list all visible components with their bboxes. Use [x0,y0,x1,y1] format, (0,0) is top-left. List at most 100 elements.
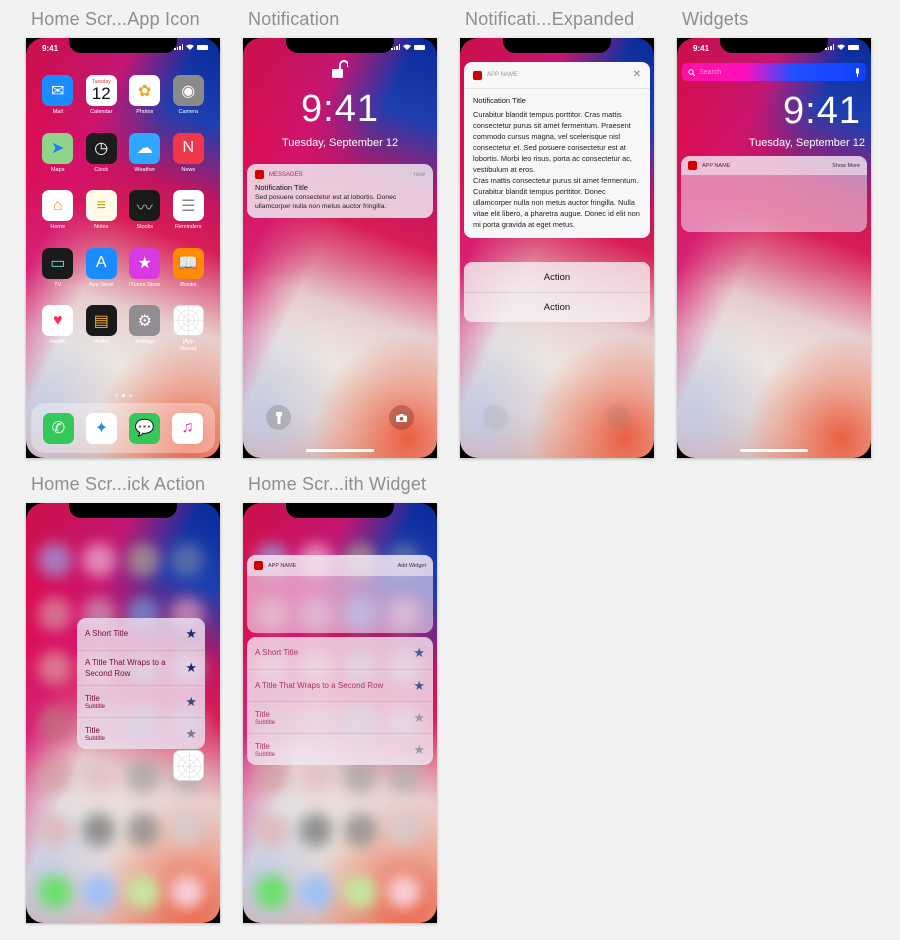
app-home[interactable]: ⌂ Home [37,190,79,231]
search-input[interactable]: Search [682,63,866,81]
widget-card: APP NAME Show More [681,156,867,232]
app-health[interactable]: ♥ Health [37,305,79,352]
widget-body [247,576,433,633]
status-icons [174,44,208,50]
lock-time: 9:41 [301,88,379,130]
blurred-app-icon [82,759,116,793]
blurred-app-icon [387,813,421,847]
app-settings[interactable]: ⚙ Settings [124,305,166,352]
flashlight-button[interactable] [266,405,291,430]
app-weather[interactable]: ☁ Weather [124,132,166,174]
icon-glyph: 💬 [134,420,155,437]
screen: 9:41 ✉ Mail Tuesday 12 Calendar ✿ Photos ◉ Camer… [26,38,220,458]
app-app-name[interactable]: [App Name] [168,305,210,352]
microphone-icon[interactable] [855,67,860,77]
status-time: 9:41 [42,44,59,53]
phone-quick-action: A Short Title ★ A Title That Wraps to a Se… [26,503,220,923]
notification-title: Notification Title [255,183,308,192]
quick-action-item[interactable]: A Short Title ★ [77,618,205,650]
quick-action-title: Title [85,726,100,736]
quick-action-item[interactable]: A Title That Wraps to a Second Row ★ [247,669,433,701]
app-placeholder-icon[interactable] [173,750,204,781]
app-maps[interactable]: ➤ Maps [37,132,79,174]
notification-app-name: MESSAGES [269,171,303,178]
quick-action-item[interactable]: Title Subtitle ★ [247,701,433,733]
app-clock[interactable]: ◷ Clock [81,132,123,174]
action-button-2[interactable]: Action [464,292,650,322]
app-notes[interactable]: ≡ Notes [81,190,123,231]
blurred-app-icon [170,543,204,577]
icon-glyph: ▭ [50,255,66,273]
app-reminders[interactable]: ☰ Reminders [168,190,210,231]
icon-glyph: ✦ [94,420,109,437]
quick-action-item[interactable]: Title Subtitle ★ [247,733,433,765]
blurred-app-icon [38,651,72,685]
app-store-icon: A [85,247,117,279]
wifi-icon [403,44,411,50]
app-camera[interactable]: ◉ Camera [168,75,210,116]
icon-glyph: ▤ [93,312,109,330]
camera-button[interactable] [389,405,414,430]
artboard-title-home-app-icon: Home Scr...App Icon [31,9,200,29]
app-app-store[interactable]: A App Store [81,247,123,289]
lock-date: Tuesday, September 12 [281,137,399,149]
show-more-button[interactable]: Show More [832,163,860,169]
app-calendar[interactable]: Tuesday 12 Calendar [81,75,123,116]
add-widget-button[interactable]: Add Widget [398,563,426,569]
star-icon: ★ [185,660,197,676]
app-itunes-store[interactable]: ★ iTunes Store [124,247,166,289]
icon-glyph: ➤ [51,140,65,158]
close-button[interactable]: ✕ [633,70,641,80]
notification-card[interactable]: MESSAGES now Notification Title Sed posu… [247,164,433,218]
quick-action-item[interactable]: Title Subtitle ★ [77,717,205,749]
signal-icon [391,44,400,50]
news-icon: N [172,132,204,164]
blurred-dock-icon [387,875,421,909]
expanded-paragraph-1: Curabitur blandit tempus porttitor. Cras… [473,110,632,174]
blurred-app-icon [38,759,72,793]
app-tv[interactable]: ▭ TV [37,247,79,289]
page-dot[interactable] [114,394,118,397]
app-label: TV [54,281,62,288]
home-indicator[interactable] [740,449,808,452]
widget-app-name: APP NAME [702,162,731,169]
phone-with-widget: APP NAME Add Widget A Short Title ★ A Titl… [243,503,437,923]
status-icons [391,44,425,50]
app-news[interactable]: N News [168,132,210,174]
app-mail[interactable]: ✉ Mail [37,75,79,116]
expanded-title: Notification Title [473,96,526,105]
app-wallet[interactable]: ▤ Wallet [81,305,123,352]
expanded-paragraph-2: Cras mattis consectetur purus sit amet f… [473,175,640,229]
home-indicator[interactable] [306,449,374,452]
phone-icon[interactable]: ✆ [43,412,74,444]
widget-card: APP NAME Add Widget [247,555,433,633]
page-indicator[interactable] [26,394,220,397]
quick-action-item[interactable]: A Title That Wraps to a Second Row ★ [77,650,205,685]
notification-header: MESSAGES now [247,164,433,183]
app-photos[interactable]: ✿ Photos [124,75,166,116]
blurred-app-icon [82,813,116,847]
blurred-app-icon [299,813,333,847]
app-ibooks[interactable]: 📖 iBooks [168,247,210,289]
app-label: iTunes Store [129,281,161,288]
music-icon[interactable]: ♫ [172,412,203,444]
page-dot[interactable] [121,394,125,397]
status-icons [825,44,859,50]
expanded-app-name: APP NAME [487,72,518,78]
star-icon: ★ [413,709,425,725]
page-dot[interactable] [128,394,132,397]
action-button-1[interactable]: Action [464,262,650,292]
quick-action-item[interactable]: Title Subtitle ★ [77,685,205,717]
quick-action-text: Title Subtitle [255,741,409,758]
signal-icon [174,44,183,50]
star-icon: ★ [413,645,425,660]
quick-action-item[interactable]: A Short Title ★ [247,637,433,669]
ibooks-icon: 📖 [172,247,204,279]
calendar-date: 12 [91,84,111,103]
screen: A Short Title ★ A Title That Wraps to a Se… [26,503,220,923]
quick-action-text: Title Subtitle [85,693,181,710]
app-stocks[interactable]: 〰 Stocks [124,190,166,231]
safari-icon[interactable]: ✦ [86,412,117,444]
messages-icon[interactable]: 💬 [129,412,160,444]
artboard-title-quick-action: Home Scr...ick Action [31,474,206,494]
